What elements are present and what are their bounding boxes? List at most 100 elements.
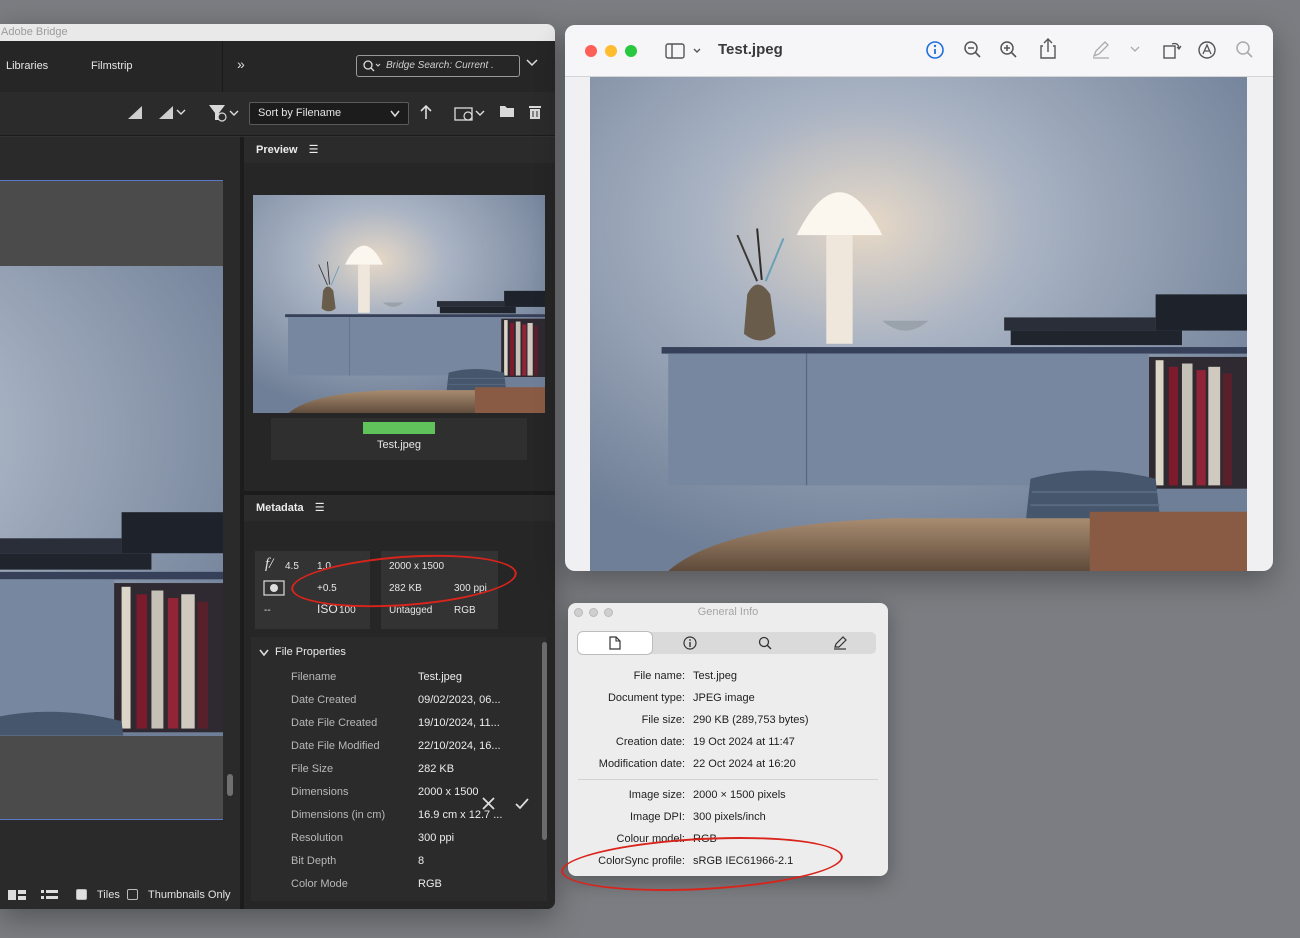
- flash-value: --: [264, 605, 271, 616]
- metadata-panel-title[interactable]: Metadata: [256, 502, 304, 514]
- tiles-checkbox[interactable]: [76, 889, 87, 900]
- content-scrollbar[interactable]: [227, 774, 233, 796]
- info-icon[interactable]: [925, 40, 945, 60]
- info-value: 22 Oct 2024 at 16:20: [693, 758, 796, 770]
- metadata-panel-header: Metadata ☰: [244, 495, 555, 521]
- aperture-value: 4.5: [285, 561, 299, 572]
- file-properties-title[interactable]: File Properties: [275, 646, 346, 658]
- info-value: Test.jpeg: [693, 670, 738, 682]
- property-value[interactable]: 22/10/2024, 16...: [418, 740, 501, 752]
- view-list-icon[interactable]: [41, 889, 59, 901]
- property-key: Date File Modified: [291, 740, 380, 752]
- filter-icon[interactable]: [208, 104, 240, 122]
- pencil-icon: [834, 636, 847, 650]
- inspector-segmented-control: [578, 632, 876, 654]
- preview-image-view[interactable]: [590, 77, 1247, 571]
- shutter-value: 1.0: [317, 561, 331, 572]
- bridge-search-field[interactable]: Bridge Search: Current .: [356, 55, 520, 77]
- close-window-button[interactable]: [585, 45, 597, 57]
- property-value[interactable]: 300 ppi: [418, 832, 454, 844]
- markup-pen-icon[interactable]: [1091, 40, 1111, 60]
- property-value[interactable]: 8: [418, 855, 424, 867]
- quality-low-icon[interactable]: [126, 104, 144, 120]
- sort-ascending-icon[interactable]: [420, 104, 432, 120]
- info-key: Document type:: [607, 692, 685, 704]
- chevron-down-icon[interactable]: [259, 649, 269, 657]
- property-value[interactable]: 2000 x 1500: [418, 786, 479, 798]
- property-value[interactable]: Test.jpeg: [418, 671, 462, 683]
- chevron-down-icon[interactable]: [1130, 46, 1140, 54]
- exposure-comp-value: +0.5: [317, 583, 337, 594]
- preview-panel-header: Preview ☰: [244, 137, 555, 163]
- zoom-window-button[interactable]: [625, 45, 637, 57]
- tab-filmstrip[interactable]: Filmstrip: [91, 60, 133, 72]
- color-profile-value: Untagged: [389, 605, 433, 616]
- info-key: Creation date:: [615, 736, 685, 748]
- tiles-label: Tiles: [97, 889, 120, 901]
- panel-menu-icon[interactable]: ☰: [315, 495, 325, 521]
- content-bottom-bar: Tiles Thumbnails Only: [0, 879, 240, 909]
- property-value[interactable]: 09/02/2023, 06...: [418, 694, 501, 706]
- preview-window-title: Test.jpeg: [718, 41, 783, 58]
- info-value: JPEG image: [693, 692, 755, 704]
- property-key: File Size: [291, 763, 334, 775]
- zoom-in-icon[interactable]: [999, 40, 1019, 60]
- file-property-row: Color Mode RGB: [291, 878, 531, 901]
- minimize-window-button[interactable]: [605, 45, 617, 57]
- quality-options-icon[interactable]: [157, 104, 187, 120]
- property-value[interactable]: RGB: [418, 878, 442, 890]
- property-value[interactable]: 16.9 cm x 12.7 ...: [418, 809, 502, 821]
- new-folder-icon[interactable]: [499, 104, 515, 118]
- open-recent-icon[interactable]: [454, 104, 486, 122]
- info-value: 300 pixels/inch: [693, 811, 766, 823]
- property-key: Color Mode: [291, 878, 348, 890]
- filesize-value: 282 KB: [389, 583, 422, 594]
- property-value[interactable]: 19/10/2024, 11...: [418, 717, 500, 729]
- iso-value: 100: [339, 605, 356, 616]
- property-key: Bit Depth: [291, 855, 337, 867]
- cancel-icon[interactable]: [482, 797, 495, 810]
- panel-menu-icon[interactable]: ☰: [309, 137, 319, 163]
- info-key: Modification date:: [598, 758, 685, 770]
- general-info-title: General Info: [697, 606, 759, 618]
- share-icon[interactable]: [1039, 38, 1057, 60]
- iso-label: ISO: [317, 602, 338, 616]
- thumbnails-only-checkbox[interactable]: [127, 889, 138, 900]
- markup-toolbar-icon[interactable]: [1197, 40, 1217, 60]
- tab-divider: [222, 41, 223, 92]
- search-icon: [363, 60, 381, 72]
- content-thumbnail[interactable]: [0, 180, 223, 820]
- metadata-scrollbar[interactable]: [542, 642, 547, 840]
- preview-panel-title[interactable]: Preview: [256, 144, 298, 156]
- preview-image[interactable]: [253, 195, 545, 413]
- bridge-title: Adobe Bridge: [0, 24, 555, 41]
- file-property-row: Dimensions (in cm) 16.9 cm x 12.7 ...: [291, 809, 531, 832]
- right-panels: Preview ☰ Test.jpeg Metadata ☰ f/ 4.5 1.…: [244, 137, 555, 909]
- trash-icon[interactable]: [528, 104, 542, 120]
- rotate-icon[interactable]: [1162, 40, 1182, 60]
- info-value: 2000 × 1500 pixels: [693, 789, 786, 801]
- search-dropdown-icon[interactable]: [526, 58, 538, 68]
- tab-search-info[interactable]: [727, 632, 801, 654]
- preview-panel: Test.jpeg: [244, 163, 555, 491]
- sort-dropdown[interactable]: Sort by Filename: [249, 102, 409, 125]
- content-panel: Tiles Thumbnails Only: [0, 137, 240, 909]
- preview-app-window: Test.jpeg: [565, 25, 1273, 571]
- info-value: 19 Oct 2024 at 11:47: [693, 736, 795, 748]
- file-property-row: Dimensions 2000 x 1500: [291, 786, 531, 809]
- tab-general-info[interactable]: [578, 632, 652, 654]
- sidebar-toggle-icon[interactable]: [665, 42, 705, 60]
- zoom-out-icon[interactable]: [963, 40, 983, 60]
- file-property-row: Date File Created 19/10/2024, 11...: [291, 717, 531, 740]
- property-value[interactable]: 282 KB: [418, 763, 454, 775]
- view-tiles-icon[interactable]: [8, 889, 26, 901]
- tab-libraries[interactable]: Libraries: [6, 60, 48, 72]
- info-icon: [683, 636, 697, 650]
- tab-annotations[interactable]: [802, 632, 876, 654]
- search-icon[interactable]: [1235, 40, 1255, 60]
- more-workspaces-icon[interactable]: »: [237, 56, 245, 72]
- apply-checkmark-icon[interactable]: [515, 797, 529, 810]
- metering-icon: [263, 580, 285, 596]
- tab-more-info[interactable]: [652, 632, 726, 654]
- preview-photo: [590, 77, 1247, 571]
